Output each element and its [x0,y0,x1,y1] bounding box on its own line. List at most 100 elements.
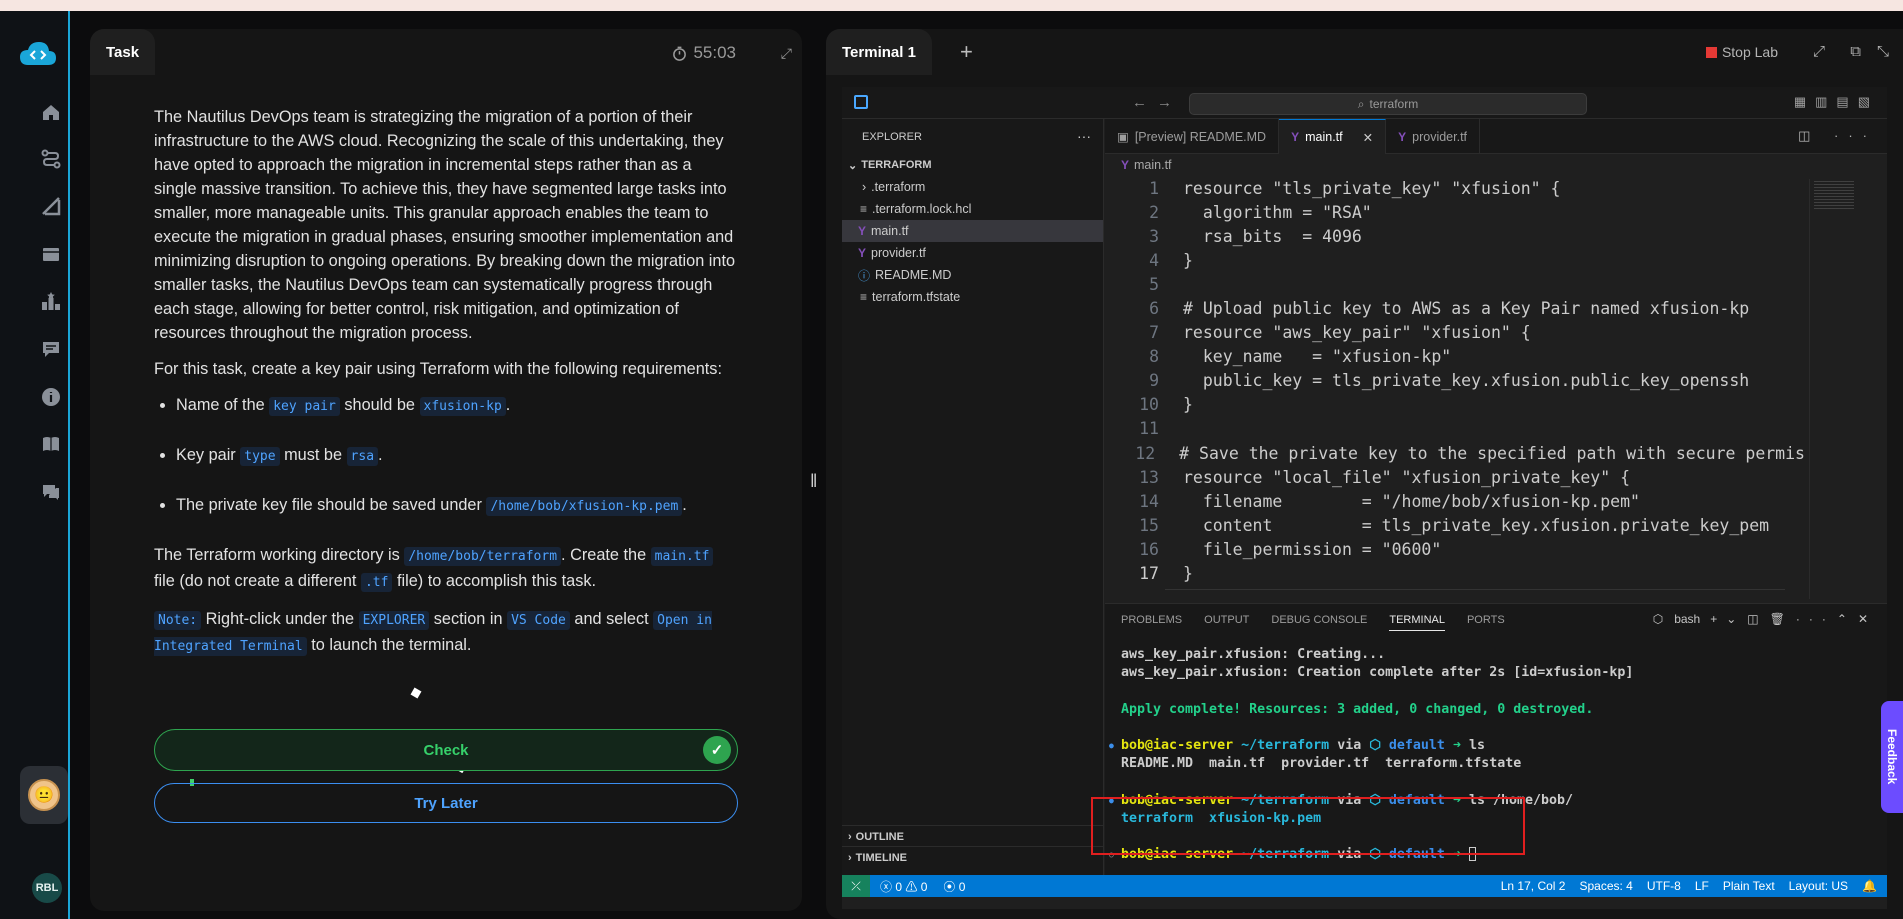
kodekloud-logo[interactable] [18,39,58,69]
shell-label[interactable]: bash [1674,612,1700,626]
leaderboard-icon[interactable] [36,286,66,316]
check-button[interactable]: Check ✓ [154,729,738,771]
tab-task[interactable]: Task [90,29,156,75]
tab-provider-tf[interactable]: Yprovider.tf [1386,119,1481,154]
try-later-button[interactable]: Try Later [154,783,738,823]
indentation[interactable]: Spaces: 4 [1579,879,1632,893]
code-line: 9 public_key = tls_private_key.xfusion.p… [1105,369,1805,393]
more-actions-icon[interactable]: ··· [1077,128,1091,144]
video-icon[interactable] [36,239,66,269]
stopwatch-icon [673,46,687,61]
open-external-icon[interactable]: ⧉ [1850,43,1861,60]
code-text: filename = "/home/bob/xfusion-kp.pem" [1183,491,1640,511]
chevron-right-icon: › [848,830,852,843]
tab-main-tf[interactable]: Ymain.tf ✕ [1279,119,1387,154]
notes-icon[interactable] [36,334,66,364]
breadcrumb[interactable]: Ymain.tf [1105,154,1887,176]
chat-icon[interactable] [36,477,66,507]
explorer-item[interactable]: Ymain.tf [842,220,1103,242]
tab-debug-console[interactable]: DEBUG CONSOLE [1271,614,1367,626]
requirements-list: Name of the key pair should be xfusion-k… [176,393,738,519]
tab-problems[interactable]: PROBLEMS [1121,614,1182,626]
keyboard-layout[interactable]: Layout: US [1789,879,1848,893]
explorer-item[interactable]: ≡ .terraform.lock.hcl [842,198,1103,220]
editor: ▣ [Preview] README.MD Ymain.tf ✕ Yprovider… [1105,119,1887,629]
add-tab-icon[interactable]: + [960,39,973,65]
code-area[interactable]: 1 resource "tls_private_key" "xfusion" {2… [1105,176,1805,586]
tab-terminal-1[interactable]: Terminal 1 [826,29,932,75]
problems-status[interactable]: ⓧ 0 ⚠ 0 [880,878,927,895]
line-number: 17 [1139,564,1159,584]
line-number: 5 [1149,274,1159,294]
stairs-icon[interactable] [36,191,66,221]
language-mode[interactable]: Plain Text [1723,879,1775,893]
terminal-line: README.MD main.tf provider.tf terraform.… [1121,756,1522,772]
maximize-icon[interactable]: ⤡ [1877,43,1889,60]
minimap[interactable] [1809,179,1877,599]
shell-icon: ⬡ [1652,612,1673,626]
line-number: 13 [1139,467,1159,487]
line-number: 12 [1135,443,1156,463]
user-initials-badge[interactable]: RBL [32,873,62,903]
command-search-input[interactable]: ⌕ terraform [1189,93,1587,115]
line-ending[interactable]: LF [1695,879,1709,893]
top-strip [0,0,1903,11]
tab-output[interactable]: OUTPUT [1204,614,1249,626]
task-description: The Nautilus DevOps team is strategizing… [154,105,738,671]
explorer-item[interactable]: ⓘ README.MD [842,264,1103,286]
code-line: 7 resource "aws_key_pair" "xfusion" { [1105,321,1805,345]
expand-icon[interactable]: ⤢ [781,45,792,62]
terraform-icon: Y [1398,129,1407,144]
layout-icons[interactable]: ▦▥▤▧ [1794,94,1879,110]
line-number: 10 [1139,395,1159,415]
trash-icon[interactable]: 🗑 [1770,612,1794,626]
folder-terraform[interactable]: ⌄ TERRAFORM [842,154,1103,176]
info-icon[interactable] [36,382,66,412]
explorer-item[interactable]: Yprovider.tf [842,242,1103,264]
remote-icon[interactable]: ⤫ [842,875,870,897]
nav-arrows-icon[interactable]: ←→ [1132,94,1182,111]
feedback-tab[interactable]: Feedback [1881,701,1903,813]
explorer-item[interactable]: › .terraform [842,176,1103,198]
close-icon[interactable]: ✕ [1363,130,1373,145]
book-icon[interactable] [36,429,66,459]
user-avatar[interactable]: 😐 [20,766,68,824]
split-terminal-icon[interactable]: ◫ [1747,612,1767,626]
resize-handle[interactable]: ‖ [810,471,817,492]
close-icon[interactable]: ✕ [1858,612,1877,626]
code-line: 3 rsa_bits = 4096 [1105,224,1805,248]
home-icon[interactable] [36,97,66,127]
code-line: 1 resource "tls_private_key" "xfusion" { [1105,176,1805,200]
horizontal-scrollbar[interactable] [1165,589,1785,595]
expand-icon[interactable]: ⤢ [1813,43,1825,60]
stop-lab-button[interactable]: Stop Lab [1705,44,1778,60]
code-text: } [1183,395,1193,415]
encoding[interactable]: UTF-8 [1647,879,1681,893]
intro-paragraph: The Nautilus DevOps team is strategizing… [154,108,736,342]
more-actions-icon[interactable]: ··· [1796,612,1835,626]
menu-icon[interactable] [854,95,868,109]
chevron-up-icon[interactable]: ⌃ [1837,612,1856,626]
status-bar: ⤫ ⓧ 0 ⚠ 0 ⦿ 0 Ln 17, Col 2 Spaces: 4 UTF… [842,875,1887,897]
tab-readme-preview[interactable]: ▣ [Preview] README.MD [1105,119,1280,154]
split-editor-icon[interactable]: ◫ ··· [1798,128,1877,144]
requirement-item: Name of the key pair should be xfusion-k… [176,393,738,419]
line-number: 7 [1149,323,1159,343]
working-dir-paragraph: The Terraform working directory is /home… [154,543,738,595]
tab-ports[interactable]: PORTS [1467,614,1505,626]
line-number: 15 [1139,515,1159,535]
tab-terminal[interactable]: TERMINAL [1389,614,1445,631]
explorer-item[interactable]: ≡ terraform.tfstate [842,286,1103,308]
lab-app: 😐 RBL Task 55:03 ⤢ The Nautilus DevOps t… [0,11,1903,919]
chevron-right-icon: › [848,851,852,864]
roadmap-icon[interactable] [36,144,66,174]
line-number: 4 [1149,250,1159,270]
ports-status[interactable]: ⦿ 0 [943,878,965,895]
timeline-section[interactable]: › TIMELINE [842,846,1103,868]
bell-icon[interactable]: 🔔 [1862,879,1877,893]
bullet-icon: ● [1109,740,1114,750]
cursor-position[interactable]: Ln 17, Col 2 [1501,879,1566,893]
requirement-item: Key pair type must be rsa. [176,443,738,469]
new-terminal-icon[interactable]: +⌄ [1710,612,1745,626]
outline-section[interactable]: › OUTLINE [842,825,1103,847]
